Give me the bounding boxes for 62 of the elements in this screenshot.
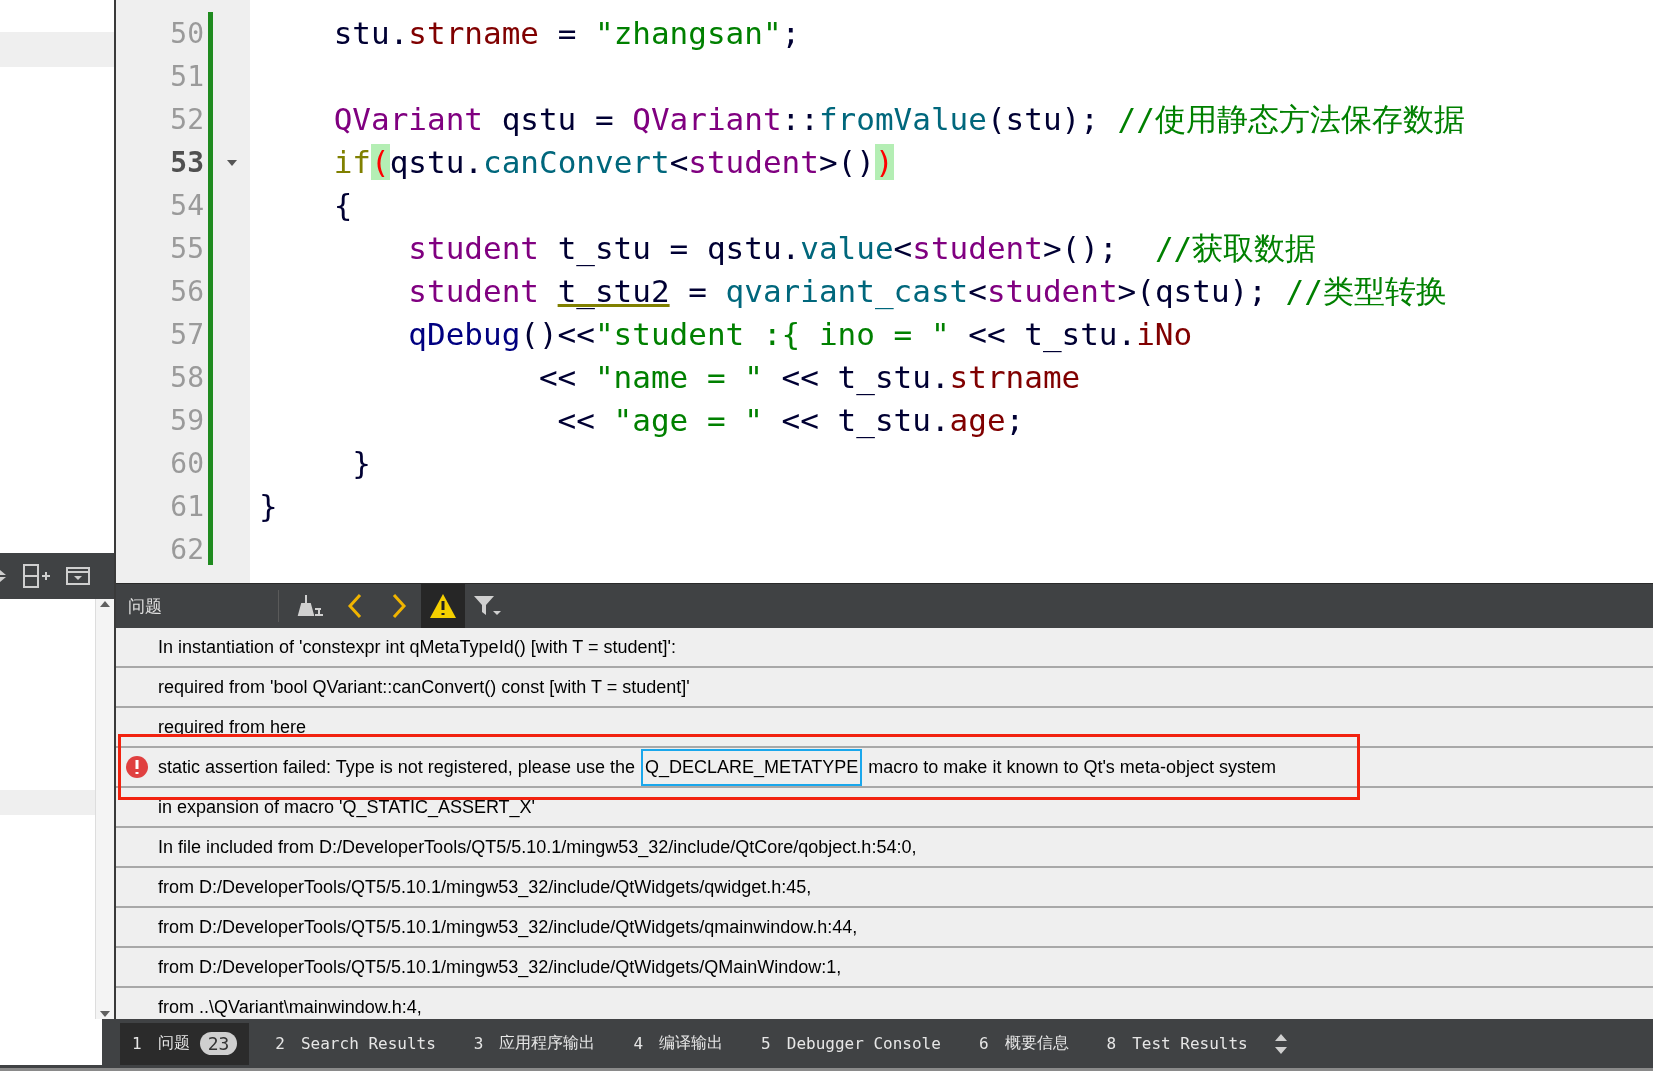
issue-message: static assertion failed: Type is not registered, please use the Q_DECLARE_METATYPE macro to make it known to Qt's meta-object system <box>158 748 1276 786</box>
issue-row[interactable]: In file included from D:/DeveloperTools/QT5/5.10.1/mingw53_32/include/QtCore/qobject.h:54:0, <box>116 828 1653 868</box>
issue-message: from D:/DeveloperTools/QT5/5.10.1/mingw53_32/include/QtWidgets/QMainWindow:1, <box>158 956 842 978</box>
issue-row[interactable]: in expansion of macro 'Q_STATIC_ASSERT_X' <box>116 788 1653 828</box>
issue-row[interactable]: In instantiation of 'constexpr int qMetaTypeId() [with T = student]': <box>116 628 1653 668</box>
issue-message: required from here <box>158 716 307 738</box>
issue-message: from D:/DeveloperTools/QT5/5.10.1/mingw53_32/include/QtWidgets/qwidget.h:45, <box>158 876 812 898</box>
line-number: 60 <box>170 446 204 482</box>
output-tab[interactable]: 5 Debugger Console <box>749 1022 953 1065</box>
error-icon <box>125 755 149 779</box>
issue-message: from D:/DeveloperTools/QT5/5.10.1/mingw53_32/include/QtWidgets/qmainwindow.h:44, <box>158 916 858 938</box>
line-number: 54 <box>170 188 204 224</box>
code-line: stu.strname = "zhangsan"; <box>332 14 801 53</box>
output-tab[interactable]: 8 Test Results <box>1094 1022 1260 1065</box>
collapse-icon[interactable] <box>66 566 90 586</box>
issue-row[interactable]: required from here <box>116 708 1653 748</box>
line-number: 58 <box>170 360 204 396</box>
chevron-right-icon <box>391 593 407 619</box>
panel-title: 问题 <box>127 595 163 618</box>
code-line: student t_stu = qstu.value<student>(); //获取数据 <box>407 229 1317 269</box>
split-add-icon[interactable] <box>22 563 52 589</box>
issue-row[interactable]: from D:/DeveloperTools/QT5/5.10.1/mingw53_32/include/QtWidgets/qmainwindow.h:44, <box>116 908 1653 948</box>
code-line: qDebug()<<"student :{ ino = " << t_stu.iNo <box>407 315 1193 355</box>
code-line: { <box>332 186 353 225</box>
line-number: 52 <box>170 102 204 138</box>
line-number: 50 <box>170 16 204 52</box>
issue-message: in expansion of macro 'Q_STATIC_ASSERT_X' <box>158 796 536 818</box>
clear-icon <box>297 593 325 619</box>
fold-arrow-icon[interactable] <box>225 158 238 167</box>
output-tab[interactable]: 1 问题 23 <box>120 1022 250 1065</box>
code-line: } <box>351 444 371 483</box>
output-tab[interactable]: 2 Search Results <box>263 1022 448 1065</box>
locator-field[interactable] <box>0 1019 102 1065</box>
code-line: << "age = " << t_stu.age; <box>556 401 1025 441</box>
line-number: 56 <box>170 274 204 310</box>
line-number: 51 <box>170 59 204 95</box>
code-line: if(qstu.canConvert<student>()) <box>332 143 894 182</box>
line-number: 61 <box>170 489 204 525</box>
issue-message: In instantiation of 'constexpr int qMetaTypeId() [with T = student]': <box>158 636 676 658</box>
code-line: } <box>259 487 278 526</box>
issue-row[interactable]: from D:/DeveloperTools/QT5/5.10.1/mingw53_32/include/QtWidgets/QMainWindow:1, <box>116 948 1653 988</box>
toolbar-button[interactable] <box>421 584 465 628</box>
issue-row[interactable]: static assertion failed: Type is not registered, please use the Q_DECLARE_METATYPE macro to make it known to Qt's meta-object system <box>116 748 1653 788</box>
line-number: 59 <box>170 403 204 439</box>
line-number: 62 <box>170 532 204 568</box>
output-tab[interactable]: 3 应用程序输出 <box>461 1022 608 1065</box>
line-number: 55 <box>170 231 204 267</box>
issue-row[interactable]: required from 'bool QVariant::canConvert() const [with T = student]' <box>116 668 1653 708</box>
issue-message: from ..\QVariant\mainwindow.h:4, <box>158 996 422 1018</box>
output-tab[interactable]: 6 概要信息 <box>966 1022 1081 1065</box>
code-line: student t_stu2 = qvariant_cast<student>(qstu); //类型转换 <box>407 272 1447 312</box>
chevron-left-icon <box>347 593 363 619</box>
warning-icon <box>429 593 457 619</box>
issue-message: required from 'bool QVariant::canConvert() const [with T = student]' <box>158 676 690 698</box>
code-line: << "name = " << t_stu.strname <box>537 358 1081 398</box>
issue-message: In file included from D:/DeveloperTools/QT5/5.10.1/mingw53_32/include/QtCore/qobject.h:54:0, <box>158 836 917 858</box>
output-tab[interactable]: 4 编译输出 <box>621 1022 736 1065</box>
issue-row[interactable]: from D:/DeveloperTools/QT5/5.10.1/mingw53_32/include/QtWidgets/qwidget.h:45, <box>116 868 1653 908</box>
line-number: 53 <box>170 145 204 181</box>
line-number: 57 <box>170 317 204 353</box>
code-line: QVariant qstu = QVariant::fromValue(stu); //使用静态方法保存数据 <box>332 100 1465 139</box>
filter-icon <box>473 594 501 618</box>
